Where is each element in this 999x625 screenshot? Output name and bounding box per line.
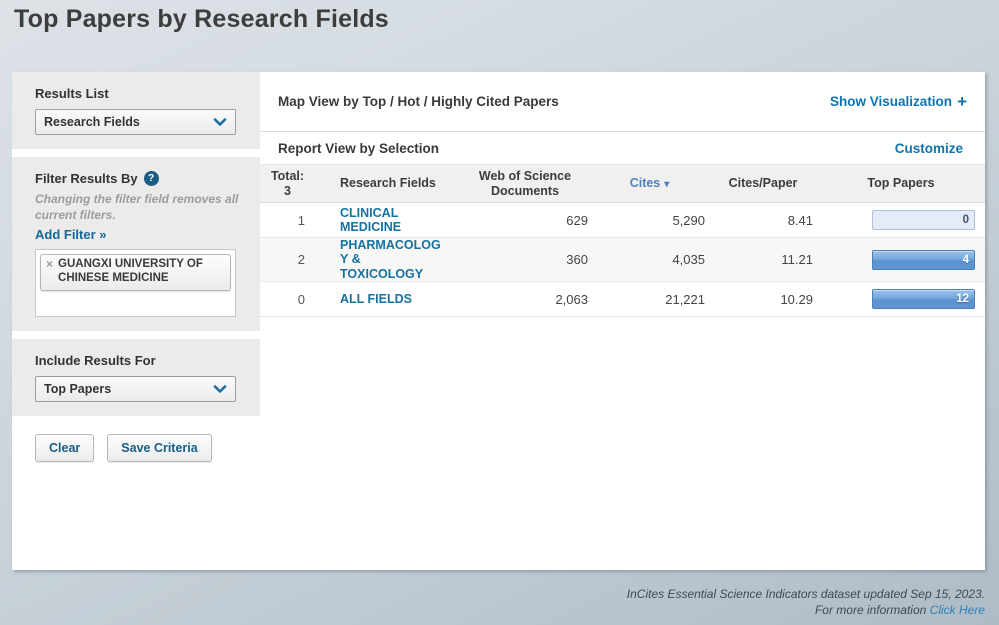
column-header-cites-per-paper[interactable]: Cites/Paper xyxy=(709,165,817,203)
column-header-cites[interactable]: Cites▾ xyxy=(590,165,709,203)
top-papers-bar: 12 xyxy=(872,289,975,309)
research-field-link[interactable]: ALL FIELDS xyxy=(340,292,442,306)
page: Top Papers by Research Fields Results Li… xyxy=(0,0,999,34)
total-value: 3 xyxy=(260,184,315,199)
filter-section: Filter Results By ? Changing the filter … xyxy=(12,157,260,331)
main-area: Map View by Top / Hot / Highly Cited Pap… xyxy=(260,72,985,570)
click-here-link[interactable]: Click Here xyxy=(930,603,985,617)
research-field-link[interactable]: PHARMACOLOGY & TOXICOLOGY xyxy=(340,238,442,281)
results-list-label: Results List xyxy=(35,86,247,101)
add-filter-link[interactable]: Add Filter » xyxy=(35,227,107,242)
remove-filter-icon[interactable]: × xyxy=(46,258,53,272)
column-header-total: Total: 3 xyxy=(260,165,315,203)
help-icon[interactable]: ? xyxy=(144,171,159,186)
more-info-note: For more information Click Here xyxy=(627,602,985,618)
filter-tag-label: GUANGXI UNIVERSITY OF CHINESE MEDICINE xyxy=(58,258,226,286)
cites-value: 4,035 xyxy=(590,238,709,282)
cites-value: 21,221 xyxy=(590,282,709,317)
column-header-research-fields[interactable]: Research Fields xyxy=(315,165,460,203)
chevron-down-icon xyxy=(213,385,227,394)
filter-label-row: Filter Results By ? xyxy=(35,171,247,186)
include-results-dropdown[interactable]: Top Papers xyxy=(35,376,236,402)
cites-per-paper-value: 8.41 xyxy=(709,203,817,238)
report-view-title: Report View by Selection xyxy=(278,141,439,156)
filter-note: Changing the filter field removes all cu… xyxy=(35,192,240,223)
top-papers-bar: 0 xyxy=(872,210,975,230)
filter-label: Filter Results By xyxy=(35,171,138,186)
clear-button[interactable]: Clear xyxy=(35,434,94,462)
footer: InCites Essential Science Indicators dat… xyxy=(627,586,985,618)
map-view-header: Map View by Top / Hot / Highly Cited Pap… xyxy=(260,72,985,132)
save-criteria-button[interactable]: Save Criteria xyxy=(107,434,211,462)
sort-caret-icon: ▾ xyxy=(664,179,669,190)
wos-documents-value: 2,063 xyxy=(460,282,590,317)
page-title: Top Papers by Research Fields xyxy=(0,0,999,34)
research-field-link[interactable]: CLINICAL MEDICINE xyxy=(340,206,442,235)
table-header-row: Total: 3 Research Fields Web of Science … xyxy=(260,165,985,203)
cites-per-paper-value: 10.29 xyxy=(709,282,817,317)
row-rank: 2 xyxy=(260,238,315,282)
wos-documents-value: 360 xyxy=(460,238,590,282)
results-list-selected: Research Fields xyxy=(44,115,140,129)
include-results-section: Include Results For Top Papers xyxy=(12,339,260,416)
plus-icon: + xyxy=(957,93,967,110)
column-header-top-papers[interactable]: Top Papers xyxy=(817,165,985,203)
include-results-label: Include Results For xyxy=(35,353,247,368)
customize-link[interactable]: Customize xyxy=(895,141,963,156)
dataset-updated-note: InCites Essential Science Indicators dat… xyxy=(627,586,985,602)
results-table: Total: 3 Research Fields Web of Science … xyxy=(260,164,985,317)
chevron-down-icon xyxy=(213,118,227,127)
top-papers-bar: 4 xyxy=(872,250,975,270)
wos-documents-value: 629 xyxy=(460,203,590,238)
filter-tag[interactable]: × GUANGXI UNIVERSITY OF CHINESE MEDICINE xyxy=(40,254,231,291)
filter-list-box: × GUANGXI UNIVERSITY OF CHINESE MEDICINE xyxy=(35,249,236,317)
cites-per-paper-value: 11.21 xyxy=(709,238,817,282)
cites-sort-label: Cites xyxy=(630,176,661,190)
show-visualization-label: Show Visualization xyxy=(830,94,952,109)
content-panel: Results List Research Fields Filter Resu… xyxy=(12,72,985,570)
row-rank: 1 xyxy=(260,203,315,238)
more-info-label: For more information xyxy=(815,603,926,617)
cites-value: 5,290 xyxy=(590,203,709,238)
total-label: Total: xyxy=(260,169,315,184)
results-list-dropdown[interactable]: Research Fields xyxy=(35,109,236,135)
column-header-wos-documents[interactable]: Web of Science Documents xyxy=(460,165,590,203)
sidebar-buttons: Clear Save Criteria xyxy=(35,434,260,462)
report-view-header: Report View by Selection Customize xyxy=(260,132,985,164)
results-list-section: Results List Research Fields xyxy=(12,72,260,149)
table-row: 2 PHARMACOLOGY & TOXICOLOGY 360 4,035 11… xyxy=(260,238,985,282)
row-rank: 0 xyxy=(260,282,315,317)
map-view-title: Map View by Top / Hot / Highly Cited Pap… xyxy=(278,94,559,109)
show-visualization-link[interactable]: Show Visualization + xyxy=(830,93,967,110)
table-row: 0 ALL FIELDS 2,063 21,221 10.29 12 xyxy=(260,282,985,317)
sidebar: Results List Research Fields Filter Resu… xyxy=(12,72,260,570)
include-results-selected: Top Papers xyxy=(44,382,111,396)
table-row: 1 CLINICAL MEDICINE 629 5,290 8.41 0 xyxy=(260,203,985,238)
